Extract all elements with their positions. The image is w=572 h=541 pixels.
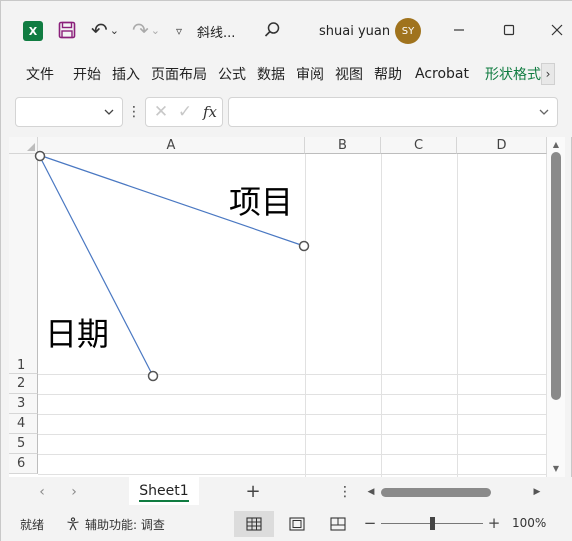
- user-name[interactable]: shuai yuan: [319, 21, 390, 41]
- tab-file[interactable]: 文件: [26, 63, 54, 85]
- chevron-down-icon[interactable]: [102, 105, 116, 119]
- grid-view-icon: [246, 517, 262, 531]
- sheet-tab-sheet1[interactable]: Sheet1: [129, 477, 199, 505]
- status-ready: 就绪: [20, 518, 45, 532]
- title-bar: X ↶ ⌄ ↷ ⌄ ▿ 斜线... shuai yuan SY: [1, 1, 572, 59]
- plus-icon: +: [245, 480, 261, 502]
- cancel-icon[interactable]: ✕: [152, 102, 170, 122]
- accessibility-status[interactable]: 辅助功能: 调查: [65, 515, 165, 533]
- page-break-icon: [330, 517, 346, 531]
- undo-button[interactable]: ↶ ⌄: [87, 18, 123, 42]
- spreadsheet-grid[interactable]: A B C D 1 2 3 4 5 6 项目 日期 ▲ ▼: [9, 137, 565, 477]
- tab-home[interactable]: 开始: [73, 63, 101, 85]
- active-sheet-underline: [139, 500, 189, 502]
- formula-bar: ⋮ ✕ ✓ fx: [1, 89, 572, 137]
- zoom-out-button[interactable]: −: [363, 514, 377, 532]
- line-start-handle[interactable]: [34, 150, 46, 162]
- chevron-down-icon: ⌄: [150, 23, 160, 37]
- formula-bar-more-icon[interactable]: ⋮: [127, 103, 141, 121]
- maximize-button[interactable]: [498, 19, 520, 41]
- scroll-up-icon[interactable]: ▲: [551, 139, 561, 149]
- dropdown-icon: ▿: [175, 24, 183, 38]
- normal-view-button[interactable]: [234, 511, 274, 537]
- chevron-down-icon: ⌄: [109, 23, 119, 37]
- page-break-view-button[interactable]: [327, 513, 349, 535]
- status-bar: 就绪 辅助功能: 调查 − + 100%: [1, 507, 572, 541]
- add-sheet-button[interactable]: +: [243, 480, 263, 502]
- tab-help[interactable]: 帮助: [374, 63, 402, 85]
- line-end-handle-bottom[interactable]: [147, 370, 159, 382]
- line-end-handle-top[interactable]: [298, 240, 310, 252]
- maximize-icon: [503, 24, 515, 36]
- document-title[interactable]: 斜线...: [197, 21, 235, 41]
- close-button[interactable]: [546, 19, 568, 41]
- minimize-button[interactable]: [448, 19, 470, 41]
- excel-logo-icon: X: [23, 21, 43, 41]
- sheet-tabs-bar: ‹ › Sheet1 + ⋮ ◀ ▶: [1, 477, 572, 507]
- previous-sheet-button[interactable]: ‹: [33, 483, 51, 501]
- vertical-scrollbar[interactable]: ▲ ▼: [547, 137, 565, 477]
- name-box[interactable]: [15, 97, 123, 127]
- chevron-left-icon: ‹: [39, 484, 45, 500]
- scroll-down-icon[interactable]: ▼: [551, 463, 561, 473]
- close-icon: [551, 24, 563, 36]
- next-sheet-button[interactable]: ›: [65, 483, 83, 501]
- header-label-date[interactable]: 日期: [45, 309, 109, 355]
- horizontal-scroll-thumb[interactable]: [381, 488, 491, 497]
- tab-formulas[interactable]: 公式: [218, 63, 246, 85]
- minimize-icon: [454, 29, 464, 31]
- scroll-left-icon[interactable]: ◀: [366, 485, 376, 499]
- excel-window: X ↶ ⌄ ↷ ⌄ ▿ 斜线... shuai yuan SY 文件 开始 插入 页…: [0, 0, 572, 541]
- tab-data[interactable]: 数据: [257, 63, 285, 85]
- chevron-right-icon: ›: [545, 67, 551, 81]
- page-layout-view-button[interactable]: [286, 513, 308, 535]
- redo-button[interactable]: ↷ ⌄: [128, 18, 164, 42]
- tab-acrobat[interactable]: Acrobat: [415, 63, 469, 85]
- tab-page-layout[interactable]: 页面布局: [151, 63, 207, 85]
- tab-view[interactable]: 视图: [335, 63, 363, 85]
- enter-icon[interactable]: ✓: [176, 102, 194, 122]
- sheet-options-icon[interactable]: ⋮: [338, 483, 352, 501]
- zoom-level[interactable]: 100%: [512, 516, 546, 530]
- redo-icon: ↷: [132, 18, 149, 42]
- tab-shape-format[interactable]: 形状格式: [485, 63, 541, 85]
- zoom-in-button[interactable]: +: [487, 514, 501, 532]
- customize-quick-access-button[interactable]: ▿: [171, 21, 187, 41]
- search-icon: [264, 22, 280, 37]
- tab-review[interactable]: 审阅: [296, 63, 324, 85]
- ribbon-scroll-right-button[interactable]: ›: [541, 63, 555, 85]
- zoom-slider-thumb[interactable]: [429, 517, 435, 530]
- scroll-right-icon[interactable]: ▶: [532, 485, 542, 499]
- insert-function-button[interactable]: fx: [200, 102, 220, 122]
- formula-input[interactable]: [228, 97, 558, 127]
- ribbon-tabs: 文件 开始 插入 页面布局 公式 数据 审阅 视图 帮助 Acrobat 形状格…: [1, 59, 572, 89]
- formula-buttons: ✕ ✓ fx: [145, 97, 223, 127]
- header-label-item[interactable]: 项目: [229, 177, 293, 223]
- chevron-right-icon: ›: [71, 484, 77, 500]
- undo-icon: ↶: [91, 18, 108, 42]
- save-icon: [58, 21, 76, 39]
- vertical-scroll-thumb[interactable]: [551, 152, 561, 400]
- search-button[interactable]: [261, 19, 283, 41]
- page-layout-icon: [289, 517, 305, 531]
- expand-formula-bar-icon[interactable]: [537, 105, 551, 119]
- accessibility-icon: [65, 516, 81, 532]
- tab-insert[interactable]: 插入: [112, 63, 140, 85]
- avatar[interactable]: SY: [395, 18, 421, 44]
- save-button[interactable]: [56, 19, 78, 41]
